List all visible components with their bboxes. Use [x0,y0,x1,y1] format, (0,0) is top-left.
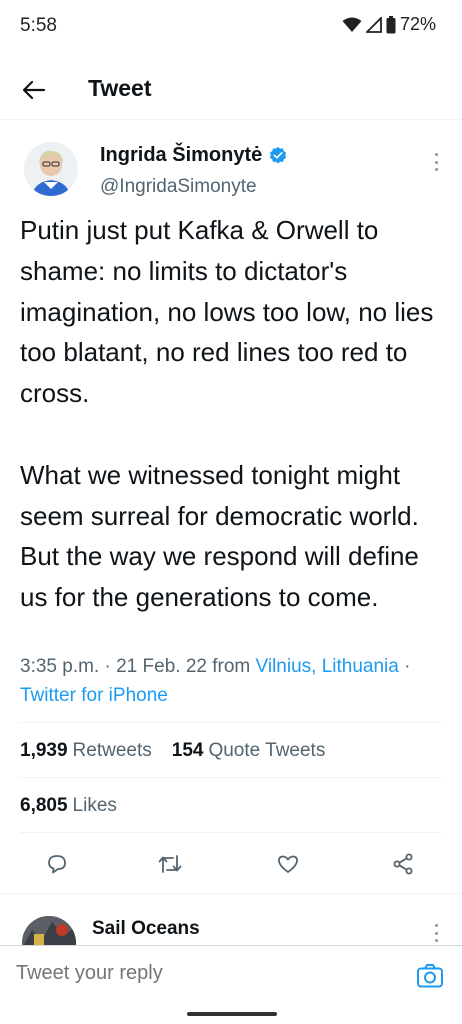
meta-separator: · [104,656,111,677]
quote-tweets-stat[interactable]: 154 Quote Tweets [172,740,326,762]
tweet-author: Ingrida Šimonytė @IngridaSimonyte [0,138,462,208]
tweet-paragraph: What we witnessed tonight might seem sur… [20,459,419,613]
reply-button[interactable] [40,847,74,881]
likes-label: Likes [72,794,117,816]
retweets-stat[interactable]: 1,939 Retweets [20,740,152,762]
reply-input[interactable] [16,962,376,985]
more-options-icon[interactable] [426,150,446,174]
signal-icon [365,16,382,33]
battery-percent: 72% [399,14,436,34]
author-handle[interactable]: @IngridaSimonyte [100,176,257,198]
battery-icon [386,15,396,33]
home-indicator[interactable] [187,1012,277,1016]
status-icons: 72% [342,14,436,35]
reply-preview[interactable]: Sail Oceans [0,893,462,948]
camera-icon [417,964,443,988]
likes-stats: 6,805 Likes [0,777,462,833]
tweet-date: 21 Feb. 22 [116,656,207,677]
like-icon [278,855,298,873]
page-title: Tweet [88,75,152,101]
tweet-actions [20,832,442,892]
quote-label: Quote Tweets [208,739,326,761]
author-name: Ingrida Šimonytė [100,144,263,166]
meta-separator: · [404,656,411,677]
share-icon [393,853,413,875]
retweet-stats: 1,939 Retweets 154 Quote Tweets [0,722,462,778]
author-name-row[interactable]: Ingrida Šimonytė [100,144,288,167]
back-button[interactable] [16,74,52,106]
retweets-count: 1,939 [20,739,68,761]
reply-author-name[interactable]: Sail Oceans [92,918,200,940]
arrow-left-icon [22,80,46,100]
status-bar: 5:58 72% [0,0,462,52]
retweet-button[interactable] [153,847,187,881]
likes-stat[interactable]: 6,805 Likes [20,795,117,817]
reply-composer [0,945,462,1007]
retweet-icon [158,855,182,873]
camera-button[interactable] [416,962,444,990]
status-time: 5:58 [20,15,57,36]
author-avatar[interactable] [24,142,78,196]
tweet-source-link[interactable]: Twitter for iPhone [20,685,168,706]
verified-badge-icon [270,146,287,163]
like-button[interactable] [271,847,305,881]
tweet-metadata: 3:35 p.m. · 21 Feb. 22 from Vilnius, Lit… [20,652,440,710]
tweet-text: Putin just put Kafka & Orwell to shame: … [20,210,450,618]
quote-count: 154 [171,739,204,761]
reply-avatar[interactable] [22,916,76,948]
share-button[interactable] [386,847,420,881]
top-app-bar: Tweet [0,60,462,120]
reply-avatar-image [22,916,76,948]
reply-icon [48,855,66,874]
retweets-label: Retweets [72,739,152,761]
reply-more-options-icon[interactable] [426,924,446,942]
tweet-time: 3:35 p.m. [20,656,100,677]
likes-count: 6,805 [20,794,68,816]
tweet-location-link[interactable]: Vilnius, Lithuania [256,656,399,677]
wifi-icon [342,17,362,32]
tweet-paragraph: Putin just put Kafka & Orwell to shame: … [20,215,434,409]
from-label: from [212,656,251,677]
avatar-image [24,142,78,196]
